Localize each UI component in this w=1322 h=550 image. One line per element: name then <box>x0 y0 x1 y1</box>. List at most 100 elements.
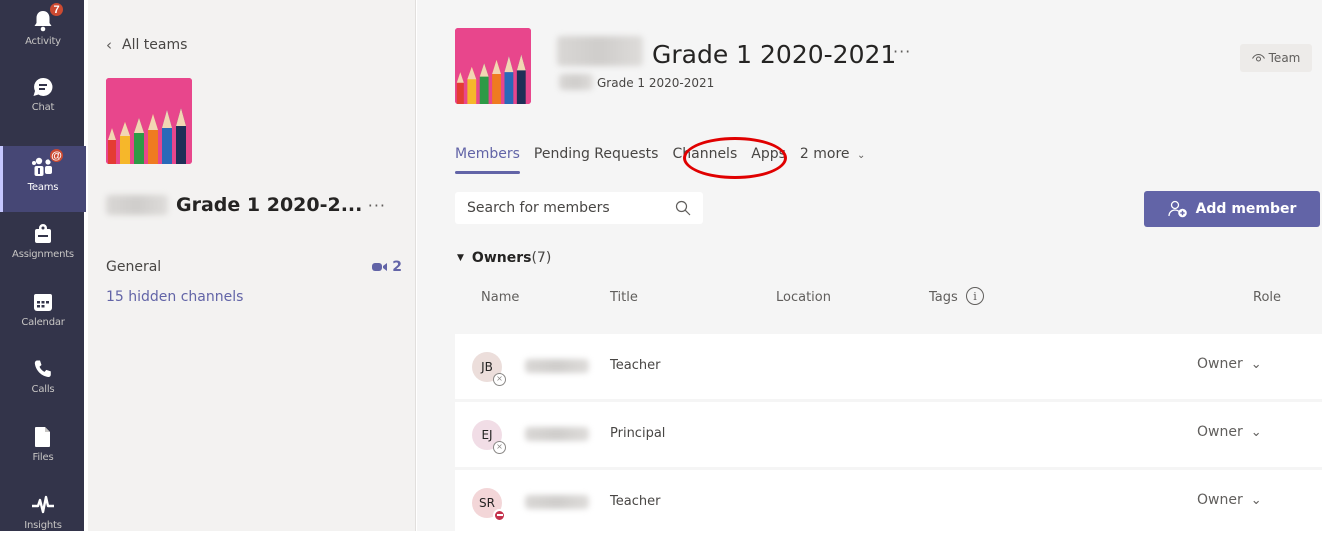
team-view-button[interactable]: Team <box>1240 44 1312 72</box>
column-header-title: Title <box>610 290 638 305</box>
owners-count: (7) <box>531 250 552 266</box>
chevron-down-icon: ⌄ <box>856 150 866 161</box>
calendar-icon <box>30 289 56 315</box>
redacted-text <box>525 427 589 441</box>
chevron-down-icon: ⌄ <box>1250 492 1262 508</box>
team-avatar-large <box>455 28 531 104</box>
tab-more[interactable]: 2 more ⌄ <box>800 146 865 174</box>
tab-apps[interactable]: Apps <box>751 146 786 174</box>
add-member-label: Add member <box>1195 201 1297 217</box>
teams-icon: @ <box>30 147 65 180</box>
role-dropdown[interactable]: Owner ⌄ <box>1197 356 1262 372</box>
rail-label: Chat <box>31 102 55 113</box>
rail-label: Teams <box>27 182 59 193</box>
table-row: EJ × Principal Owner ⌄ <box>455 402 1322 467</box>
team-panel: ‹ All teams Grade 1 2020-2... ··· Genera… <box>88 0 416 531</box>
caret-down-icon: ▼ <box>457 253 464 263</box>
column-header-tags: Tags <box>929 290 958 305</box>
column-header-location: Location <box>776 290 831 305</box>
rail-item-calls[interactable]: Calls <box>0 348 86 414</box>
redacted-text <box>559 74 593 90</box>
rail-label: Calls <box>31 384 55 395</box>
rail-label: Insights <box>24 520 62 531</box>
avatar[interactable]: JB × <box>472 351 506 386</box>
rail-label: Files <box>32 452 54 463</box>
phone-icon <box>30 356 56 382</box>
member-title: Teacher <box>610 494 661 509</box>
main-content: Grade 1 2020-2021 ··· Grade 1 2020-2021 … <box>417 0 1322 535</box>
team-avatar <box>106 78 192 164</box>
rail-item-assignments[interactable]: Assignments <box>0 213 86 279</box>
table-row: SR Teacher Owner ⌄ <box>455 470 1322 535</box>
info-icon[interactable]: i <box>966 287 984 305</box>
role-value: Owner <box>1197 356 1243 372</box>
offline-status-icon: × <box>493 440 506 454</box>
meeting-indicator: 2 <box>372 259 402 275</box>
tab-channels[interactable]: Channels <box>672 146 737 174</box>
member-title: Principal <box>610 426 666 441</box>
eye-icon <box>1251 53 1265 61</box>
search-placeholder: Search for members <box>467 200 610 216</box>
redacted-text <box>557 36 643 66</box>
rail-item-calendar[interactable]: Calendar <box>0 281 86 347</box>
chevron-left-icon: ‹ <box>106 36 112 54</box>
avatar[interactable]: SR <box>472 487 506 522</box>
rail-item-activity[interactable]: 7 Activity <box>0 0 86 66</box>
all-teams-label: All teams <box>122 37 188 53</box>
hidden-channels-link[interactable]: 15 hidden channels <box>106 289 243 305</box>
file-icon <box>30 424 56 450</box>
rail-item-chat[interactable]: Chat <box>0 66 86 132</box>
pulse-icon <box>30 492 56 518</box>
column-header-name: Name <box>481 290 520 305</box>
column-header-role: Role <box>1253 290 1282 305</box>
member-title: Teacher <box>610 358 661 373</box>
search-members-input[interactable]: Search for members <box>455 192 703 224</box>
meeting-count: 2 <box>392 259 402 275</box>
rail-item-insights[interactable]: Insights <box>0 484 86 550</box>
team-button-label: Team <box>1268 51 1301 65</box>
channel-item-general[interactable]: General 2 <box>106 256 402 278</box>
rail-label: Calendar <box>21 317 65 328</box>
tab-pending-requests[interactable]: Pending Requests <box>534 146 659 174</box>
title-more-options-button[interactable]: ··· <box>893 42 911 61</box>
redacted-text <box>106 195 168 215</box>
bell-icon: 7 <box>30 1 65 34</box>
avatar[interactable]: EJ × <box>472 419 506 454</box>
role-value: Owner <box>1197 424 1243 440</box>
team-name-row[interactable]: Grade 1 2020-2... ··· <box>106 190 396 220</box>
activity-badge: 7 <box>48 1 65 18</box>
avatar-initials: EJ <box>481 427 493 442</box>
chevron-down-icon: ⌄ <box>1250 356 1262 372</box>
tab-members[interactable]: Members <box>455 146 520 174</box>
teams-mention-badge: @ <box>48 147 65 164</box>
chat-icon <box>30 74 56 100</box>
add-person-icon <box>1167 200 1187 218</box>
add-member-button[interactable]: Add member <box>1144 191 1320 227</box>
offline-status-icon: × <box>493 372 506 386</box>
rail-item-files[interactable]: Files <box>0 416 86 482</box>
role-value: Owner <box>1197 492 1243 508</box>
owners-label: Owners <box>471 250 532 266</box>
owners-section-toggle[interactable]: ▼ Owners(7) <box>457 250 551 266</box>
assignments-icon <box>30 221 56 247</box>
rail-item-teams[interactable]: @ Teams <box>0 146 86 212</box>
rail-label: Assignments <box>12 249 74 260</box>
page-title: Grade 1 2020-2021 <box>652 40 897 69</box>
do-not-disturb-status-icon <box>493 508 506 522</box>
role-dropdown[interactable]: Owner ⌄ <box>1197 424 1262 440</box>
avatar-initials: SR <box>479 495 495 510</box>
redacted-text <box>525 495 589 509</box>
channel-name: General <box>106 259 162 275</box>
role-dropdown[interactable]: Owner ⌄ <box>1197 492 1262 508</box>
chevron-down-icon: ⌄ <box>1250 424 1262 440</box>
tab-more-label: 2 more <box>799 146 850 162</box>
all-teams-link[interactable]: ‹ All teams <box>106 36 187 54</box>
page-subtitle: Grade 1 2020-2021 <box>597 76 715 90</box>
redacted-text <box>525 359 589 373</box>
team-name: Grade 1 2020-2... <box>176 194 363 216</box>
app-rail: 7 Activity Chat @ Teams Assignments Cale… <box>0 0 86 531</box>
avatar-initials: JB <box>481 359 493 374</box>
table-row: JB × Teacher Owner ⌄ <box>455 334 1322 399</box>
tab-bar: Members Pending Requests Channels Apps 2… <box>455 146 879 174</box>
team-more-options-button[interactable]: ··· <box>368 196 386 215</box>
